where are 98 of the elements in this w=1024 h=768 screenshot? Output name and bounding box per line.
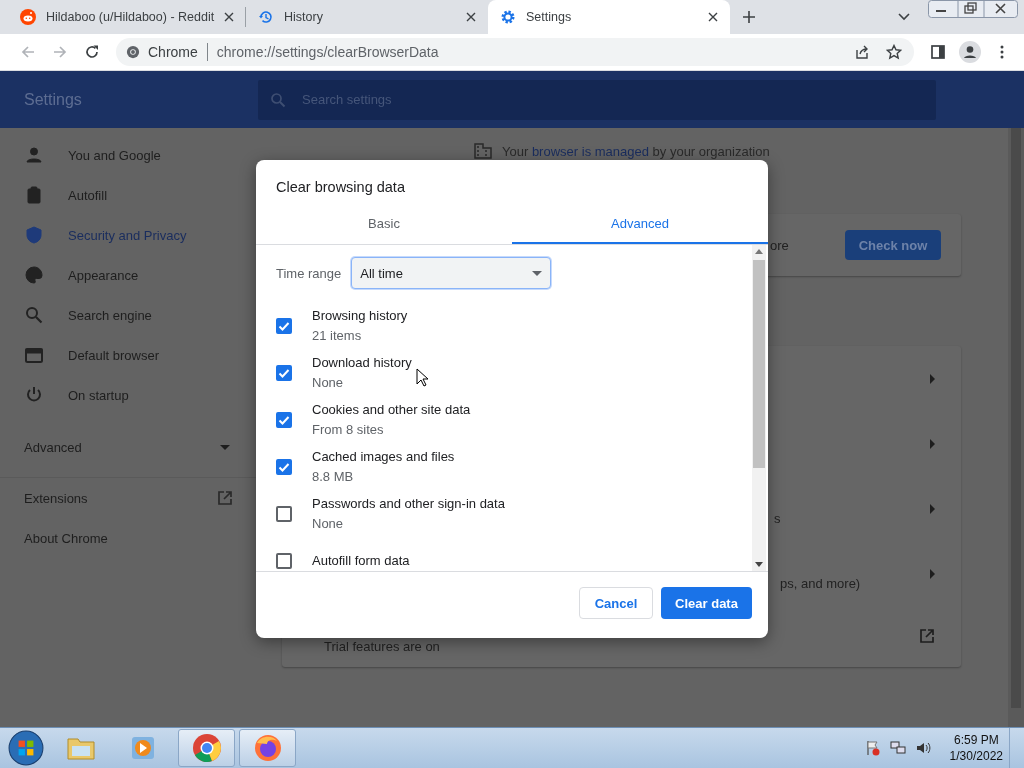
chevron-down-icon[interactable] bbox=[898, 13, 910, 21]
chrome-taskbar-button[interactable] bbox=[178, 729, 235, 767]
power-icon bbox=[25, 386, 43, 404]
chevron-right-icon[interactable] bbox=[930, 373, 935, 384]
item-title: Cookies and other site data bbox=[312, 402, 471, 417]
url-text: chrome://settings/clearBrowserData bbox=[216, 44, 439, 60]
checkbox[interactable] bbox=[276, 552, 292, 569]
checkbox[interactable] bbox=[276, 458, 292, 475]
checkbox[interactable] bbox=[276, 364, 292, 381]
chevron-right-icon[interactable] bbox=[930, 438, 935, 449]
item-title: Passwords and other sign-in data bbox=[312, 496, 505, 511]
browser-tab[interactable]: Hildaboo (u/Hildaboo) - Reddit bbox=[8, 7, 246, 27]
sidebar-item[interactable]: Autofill bbox=[0, 175, 256, 215]
scrollbar[interactable] bbox=[752, 245, 766, 571]
caret-icon bbox=[220, 444, 230, 450]
history-icon bbox=[258, 9, 274, 25]
item-detail: From 8 sites bbox=[312, 422, 385, 437]
setting-description: ps, and more) bbox=[780, 576, 861, 591]
reddit-icon bbox=[20, 9, 36, 25]
palette-icon bbox=[25, 266, 43, 284]
extensions-link[interactable]: Extensions bbox=[0, 478, 256, 518]
new-tab-icon[interactable] bbox=[742, 10, 756, 24]
item-detail: None bbox=[312, 516, 345, 531]
clock-time: 6:59 PM bbox=[953, 732, 999, 748]
scrollbar[interactable] bbox=[1008, 128, 1024, 727]
clear-data-button[interactable]: Clear data bbox=[661, 587, 752, 619]
chrome-icon bbox=[126, 45, 140, 59]
mouse-pointer-icon bbox=[416, 368, 428, 387]
clipboard-icon bbox=[25, 186, 43, 204]
star-icon[interactable] bbox=[886, 44, 902, 60]
external-link-icon[interactable] bbox=[919, 628, 935, 644]
setting-description: Trial features are on bbox=[324, 638, 440, 654]
site-label: Chrome bbox=[148, 44, 198, 60]
check-now-button[interactable]: Check now bbox=[845, 230, 941, 260]
tab-title: Settings bbox=[526, 10, 573, 24]
chrome-icon bbox=[191, 733, 222, 763]
safety-check-text: ore bbox=[770, 237, 789, 253]
search-icon bbox=[25, 306, 43, 324]
caret-icon bbox=[532, 270, 543, 276]
sidebar-item[interactable]: You and Google bbox=[0, 135, 256, 175]
chevron-right-icon[interactable] bbox=[930, 568, 935, 579]
person-icon bbox=[25, 146, 43, 164]
firefox-taskbar-button[interactable] bbox=[239, 729, 296, 767]
tab-title: History bbox=[284, 10, 324, 24]
close-icon[interactable] bbox=[466, 12, 476, 22]
checkbox[interactable] bbox=[276, 505, 292, 522]
tab-title: Hildaboo (u/Hildaboo) - Reddit bbox=[46, 10, 215, 24]
sidebar-item[interactable]: On startup bbox=[0, 375, 256, 415]
about-link[interactable]: About Chrome bbox=[0, 518, 256, 558]
browser-tab[interactable]: History bbox=[246, 0, 488, 34]
setting-description: s bbox=[774, 511, 781, 526]
window-controls[interactable] bbox=[928, 0, 1018, 18]
side-panel-icon[interactable] bbox=[930, 44, 946, 60]
browser-tab[interactable]: Settings bbox=[488, 0, 730, 34]
firefox-icon bbox=[252, 733, 283, 763]
time-range-dropdown[interactable]: All time bbox=[351, 257, 552, 289]
speaker-icon[interactable] bbox=[914, 740, 931, 756]
item-title: Autofill form data bbox=[312, 553, 410, 568]
close-icon[interactable] bbox=[708, 12, 718, 22]
external-link-icon bbox=[217, 490, 233, 506]
cancel-button[interactable]: Cancel bbox=[579, 587, 653, 619]
scroll-down-icon[interactable] bbox=[755, 562, 763, 567]
time-range-label: Time range bbox=[276, 265, 342, 281]
clock-date: 1/30/2022 bbox=[949, 748, 1003, 764]
settings-title: Settings bbox=[23, 90, 83, 109]
managed-notice: Your browser is managed by your organization bbox=[502, 143, 770, 159]
address-bar[interactable]: Chrome chrome://settings/clearBrowserData bbox=[116, 38, 914, 66]
checkbox[interactable] bbox=[276, 317, 292, 334]
dialog-tab[interactable]: Basic bbox=[256, 206, 512, 244]
sidebar-item[interactable]: Security and Privacy bbox=[0, 215, 256, 255]
search-icon bbox=[270, 91, 286, 108]
sidebar-item[interactable]: Search engine bbox=[0, 295, 256, 335]
gear-icon bbox=[500, 9, 516, 25]
item-title: Browsing history bbox=[312, 308, 408, 323]
start-button[interactable] bbox=[8, 730, 44, 766]
checkbox[interactable] bbox=[276, 411, 292, 428]
dialog-tab[interactable]: Advanced bbox=[512, 206, 768, 244]
profile-icon[interactable] bbox=[959, 41, 981, 63]
browser-icon bbox=[25, 346, 43, 364]
item-title: Download history bbox=[312, 355, 412, 370]
advanced-section[interactable]: Advanced bbox=[0, 423, 256, 471]
sidebar-item[interactable]: Default browser bbox=[0, 335, 256, 375]
item-detail: None bbox=[312, 375, 345, 390]
scroll-up-icon[interactable] bbox=[755, 249, 763, 254]
item-detail: 8.8 MB bbox=[312, 469, 355, 484]
dialog-title: Clear browsing data bbox=[275, 178, 406, 197]
building-icon bbox=[474, 143, 492, 159]
flag-icon[interactable] bbox=[864, 740, 881, 756]
shield-icon bbox=[25, 226, 43, 244]
managed-link[interactable]: browser is managed bbox=[531, 143, 649, 159]
sidebar-item[interactable]: Appearance bbox=[0, 255, 256, 295]
chevron-right-icon[interactable] bbox=[930, 503, 935, 514]
close-icon[interactable] bbox=[224, 12, 235, 22]
share-icon[interactable] bbox=[854, 44, 870, 60]
item-title: Cached images and files bbox=[312, 449, 455, 464]
network-icon[interactable] bbox=[889, 740, 906, 756]
item-detail: 21 items bbox=[312, 328, 363, 343]
reload-icon[interactable] bbox=[84, 44, 100, 60]
